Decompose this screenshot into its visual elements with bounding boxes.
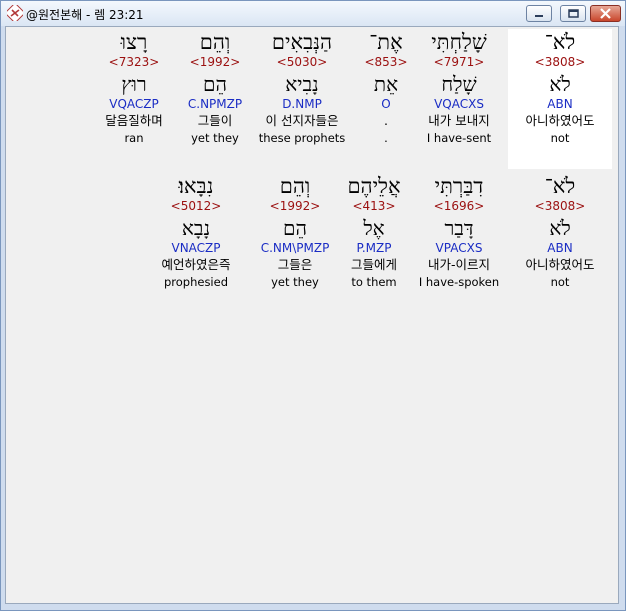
lemma-word: דָּבַר [444,216,474,240]
morphology-code: ABN [547,97,573,111]
word-block[interactable]: הַנְּבִאִים <5030> נָבִיא D.NMP 이 선지자들은 … [247,29,357,145]
morphology-code: D.NMP [282,97,322,111]
close-button[interactable] [590,5,621,22]
lemma-word: הֵם [283,216,307,240]
lemma-word: לֹא [549,216,571,240]
main-window: @원전본해 - 렘 23:21 לֹא־ <3808> לֹא ABN 아니하였… [0,0,626,611]
hebrew-word: דִבַּרְתִּי [434,174,484,198]
korean-gloss: 달음질하며 [105,113,163,128]
korean-gloss: 그들은 [277,257,313,272]
close-icon [600,8,611,19]
morphology-code: C.NPMZP [187,97,243,111]
strongs-number[interactable]: <1696> [414,199,504,217]
minimize-icon [535,15,543,17]
korean-gloss: 예언하였은즉 [161,257,231,272]
hebrew-word: לֹא־ [544,174,576,198]
morphology-code: VPACXS [435,241,483,255]
korean-gloss: 아니하였어도 [525,257,595,272]
word-block[interactable]: דִבַּרְתִּי <1696> דָּבַר VPACXS 내가-이르지 … [414,173,504,289]
word-block[interactable]: לֹא־ <3808> לֹא ABN 아니하였어도 not [508,173,612,289]
hebrew-word: הַנְּבִאִים [271,30,333,54]
lemma-word: נָבָא [181,216,211,240]
maximize-button[interactable] [560,5,586,22]
word-block[interactable]: לֹא־ <3808> לֹא ABN 아니하였어도 not [508,29,612,169]
morphology-code: VNACZP [171,241,221,255]
strongs-number[interactable]: <5012> [146,199,246,217]
minimize-button[interactable] [526,5,552,22]
word-block[interactable]: וְהֵם <1992> הֵם C.NM\PMZP 그들은 yet they [247,173,343,289]
english-gloss: prophesied [163,275,229,289]
lemma-word: לֹא [549,72,571,96]
korean-gloss: 아니하였어도 [525,113,595,128]
word-block[interactable]: נִבָּאוּ׃ <5012> נָבָא VNACZP 예언하였은즉 pro… [146,173,246,289]
english-gloss: these prophets [258,131,346,145]
strongs-number[interactable]: <7323> [89,55,179,73]
hebrew-word: לֹא־ [544,30,576,54]
strongs-number[interactable]: <5030> [247,55,357,73]
english-gloss: I have-spoken [418,275,500,289]
strongs-number[interactable]: <1992> [170,55,260,73]
app-icon [7,5,23,21]
korean-gloss: 이 선지자들은 [265,113,339,128]
morphology-code: C.NM\PMZP [260,241,330,255]
strongs-number[interactable]: <3808> [508,55,612,73]
window-title: @원전본해 - 렘 23:21 [26,8,144,22]
english-gloss: yet they [191,131,239,145]
english-gloss: ran [124,131,144,145]
title-bar[interactable]: @원전본해 - 렘 23:21 [1,1,625,26]
korean-gloss: 그들이 [197,113,233,128]
hebrew-word: רָצוּ [120,30,148,54]
english-gloss: not [550,131,570,145]
lemma-word: נָבִיא [285,72,319,96]
word-block[interactable]: רָצוּ <7323> רוּץ VQACZP 달음질하며 ran [89,29,179,145]
hebrew-word: וְהֵם [199,30,231,54]
maximize-icon [568,9,579,18]
hebrew-word: נִבָּאוּ׃ [178,174,214,198]
english-gloss: not [550,275,570,289]
korean-gloss: 내가-이르지 [427,257,490,272]
lemma-word: רוּץ [121,72,147,96]
strongs-number[interactable]: <3808> [508,199,612,217]
morphology-code: VQACZP [109,97,159,111]
word-block[interactable]: וְהֵם <1992> הֵם C.NPMZP 그들이 yet they [170,29,260,145]
hebrew-word: וְהֵם [279,174,311,198]
strongs-number[interactable]: <1992> [247,199,343,217]
interlinear-panel: לֹא־ <3808> לֹא ABN 아니하였어도 not שָׁלַחְתִ… [5,26,619,604]
english-gloss: yet they [271,275,319,289]
morphology-code: ABN [547,241,573,255]
lemma-word: הֵם [203,72,227,96]
